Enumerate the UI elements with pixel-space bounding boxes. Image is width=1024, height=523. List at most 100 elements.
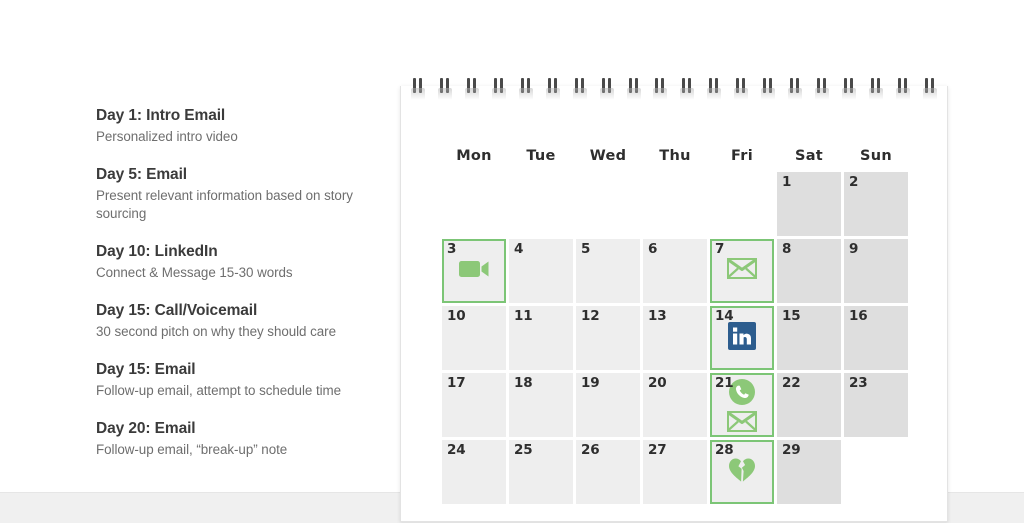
day-number: 18 — [514, 375, 533, 391]
broken-heart-icon — [728, 457, 756, 488]
day-number: 19 — [581, 375, 600, 391]
day-number: 10 — [447, 308, 466, 324]
calendar-day-cell-28[interactable]: 28 — [710, 440, 774, 504]
cadence-item-description: 30 second pitch on why they should care — [96, 323, 336, 339]
day-number: 8 — [782, 241, 792, 257]
weekday-label-fri: Fri — [731, 148, 753, 164]
cadence-item: Day 15: Call/Voicemail 30 second pitch on… — [96, 301, 386, 341]
cadence-item-title: Day 10: LinkedIn — [96, 242, 218, 260]
day-number: 16 — [849, 308, 868, 324]
calendar-day-cell-13[interactable]: 13 — [643, 306, 707, 370]
calendar-day-cell-18[interactable]: 18 — [509, 373, 573, 437]
calendar-day-cell-20[interactable]: 20 — [643, 373, 707, 437]
cadence-item: Day 10: LinkedIn Connect & Message 15-30 … — [96, 242, 386, 282]
day-number: 5 — [581, 241, 591, 257]
cadence-item-description: Personalized intro video — [96, 128, 238, 144]
day-number: 3 — [447, 241, 457, 257]
calendar-week-row: 12 — [442, 172, 908, 236]
cadence-item-title: Day 5: Email — [96, 165, 187, 183]
weekday-label-thu: Thu — [659, 148, 691, 164]
calendar-day-cell-4[interactable]: 4 — [509, 239, 573, 303]
calendar-day-cell-empty — [442, 172, 506, 236]
day-number: 7 — [715, 241, 725, 257]
calendar-day-cell-21[interactable]: 21 — [710, 373, 774, 437]
calendar-day-cell-9[interactable]: 9 — [844, 239, 908, 303]
cadence-item-title: Day 15: Email — [96, 360, 196, 378]
calendar-day-cell-2[interactable]: 2 — [844, 172, 908, 236]
calendar-week-row: 17 18 19 20 21 22 23 — [442, 373, 908, 437]
day-number: 12 — [581, 308, 600, 324]
calendar-day-cell-17[interactable]: 17 — [442, 373, 506, 437]
weekday-label-sun: Sun — [860, 148, 892, 164]
calendar-day-cell-22[interactable]: 22 — [777, 373, 841, 437]
cadence-item-title: Day 20: Email — [96, 419, 196, 437]
weekday-label-tue: Tue — [526, 148, 556, 164]
cadence-item: Day 5: Email Present relevant information… — [96, 165, 386, 223]
calendar-day-cell-23[interactable]: 23 — [844, 373, 908, 437]
day-number: 13 — [648, 308, 667, 324]
calendar-day-cell-5[interactable]: 5 — [576, 239, 640, 303]
day-number: 27 — [648, 442, 667, 458]
envelope-icon — [726, 410, 758, 437]
day-number: 22 — [782, 375, 801, 391]
day-number: 25 — [514, 442, 533, 458]
calendar-day-cell-16[interactable]: 16 — [844, 306, 908, 370]
video-camera-icon — [459, 259, 489, 284]
calendar-day-cell-empty — [509, 172, 573, 236]
cadence-step-list: Day 1: Intro Email Personalized intro vid… — [96, 106, 386, 459]
cadence-item-description: Present relevant information based on st… — [96, 187, 353, 221]
cadence-item-description: Follow-up email, “break-up” note — [96, 441, 288, 457]
calendar-day-cell-3[interactable]: 3 — [442, 239, 506, 303]
day-number: 9 — [849, 241, 859, 257]
calendar-day-cell-19[interactable]: 19 — [576, 373, 640, 437]
calendar-day-cell-26[interactable]: 26 — [576, 440, 640, 504]
calendar-day-cell-1[interactable]: 1 — [777, 172, 841, 236]
linkedin-icon — [728, 321, 756, 355]
cadence-item: Day 15: Email Follow-up email, attempt to… — [96, 360, 386, 400]
calendar-day-cell-empty — [844, 440, 908, 504]
day-number: 29 — [782, 442, 801, 458]
calendar-day-cell-24[interactable]: 24 — [442, 440, 506, 504]
calendar-day-cell-empty — [576, 172, 640, 236]
calendar-day-cell-12[interactable]: 12 — [576, 306, 640, 370]
day-number: 11 — [514, 308, 533, 324]
envelope-icon — [726, 257, 758, 284]
cadence-item: Day 1: Intro Email Personalized intro vid… — [96, 106, 386, 146]
day-number: 28 — [715, 442, 734, 458]
day-number: 26 — [581, 442, 600, 458]
day-number: 14 — [715, 308, 734, 324]
calendar-day-cell-29[interactable]: 29 — [777, 440, 841, 504]
calendar-day-cell-empty — [710, 172, 774, 236]
day-number: 4 — [514, 241, 524, 257]
cadence-item-title: Day 1: Intro Email — [96, 107, 226, 124]
day-number: 6 — [648, 241, 658, 257]
calendar-weekday-header: Mon Tue Wed Thu Fri Sat Sun — [442, 148, 908, 164]
cadence-item-title: Day 15: Call/Voicemail — [96, 301, 258, 319]
day-number: 23 — [849, 375, 868, 391]
day-number: 2 — [849, 174, 859, 190]
weekday-label-sat: Sat — [794, 148, 824, 164]
calendar-day-cell-6[interactable]: 6 — [643, 239, 707, 303]
calendar-day-cell-27[interactable]: 27 — [643, 440, 707, 504]
day-number: 24 — [447, 442, 466, 458]
calendar-day-cell-14[interactable]: 14 — [710, 306, 774, 370]
calendar-day-cell-7[interactable]: 7 — [710, 239, 774, 303]
day-number: 17 — [447, 375, 466, 391]
calendar-day-cell-11[interactable]: 11 — [509, 306, 573, 370]
calendar-day-cell-25[interactable]: 25 — [509, 440, 573, 504]
calendar-grid: 1 2 3 4 5 6 7 8 9 10 11 12 13 14 15 16 17 18 19 20 21 22 23 24 2… — [442, 172, 908, 507]
calendar-week-row: 3 4 5 6 7 8 9 — [442, 239, 908, 303]
calendar-day-cell-10[interactable]: 10 — [442, 306, 506, 370]
weekday-label-wed: Wed — [589, 148, 627, 164]
day-number: 21 — [715, 375, 734, 391]
calendar-week-row: 10 11 12 13 14 15 16 — [442, 306, 908, 370]
cadence-item-description: Follow-up email, attempt to schedule tim… — [96, 382, 342, 398]
weekday-label-mon: Mon — [456, 148, 492, 164]
cadence-item-description: Connect & Message 15-30 words — [96, 264, 293, 280]
calendar-week-row: 24 25 26 27 28 29 — [442, 440, 908, 504]
calendar-day-cell-8[interactable]: 8 — [777, 239, 841, 303]
calendar-day-cell-15[interactable]: 15 — [777, 306, 841, 370]
calendar-day-cell-empty — [643, 172, 707, 236]
cadence-item: Day 20: Email Follow-up email, “break-up”… — [96, 419, 386, 459]
day-number: 1 — [782, 174, 792, 190]
